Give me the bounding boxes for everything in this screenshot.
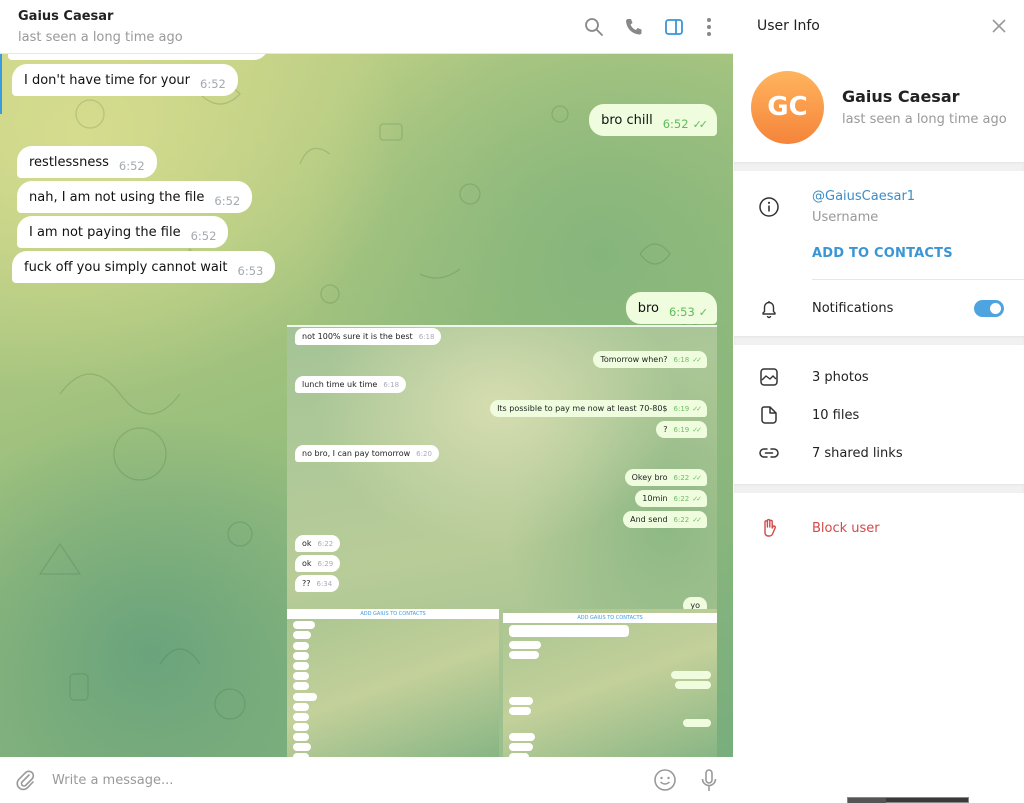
message-time: 6:52 xyxy=(662,117,689,131)
message-time: 6:52 xyxy=(200,77,226,91)
panel-title: User Info xyxy=(757,18,820,34)
sidebar-toggle-icon[interactable] xyxy=(663,16,685,38)
screenshot-message: lunch time uk time 6:18 xyxy=(295,376,407,393)
close-icon[interactable] xyxy=(990,17,1008,35)
message-text: I don't have time for your xyxy=(24,73,190,88)
screenshot-message: 10min 6:22 ✓✓ xyxy=(635,490,707,507)
message-input[interactable] xyxy=(52,769,612,791)
screenshot-message: Tomorrow when? 6:18 ✓✓ xyxy=(593,351,707,368)
nested-banner: ADD GAIUS TO CONTACTS xyxy=(287,609,499,619)
chat-header: Gaius Caesar last seen a long time ago xyxy=(0,0,733,54)
message-composer xyxy=(0,757,733,803)
message-time: 6:52 xyxy=(190,229,217,243)
notifications-toggle[interactable] xyxy=(974,300,1004,317)
hand-stop-icon xyxy=(758,517,780,539)
notifications-label: Notifications xyxy=(812,301,894,316)
emoji-icon[interactable] xyxy=(652,767,678,793)
chat-title[interactable]: Gaius Caesar xyxy=(18,9,113,24)
message-bubble-outgoing[interactable]: bro 6:53 ✓ xyxy=(625,292,717,324)
chat-panel: Gaius Caesar last seen a long time ago I… xyxy=(0,0,733,803)
read-ticks-icon: ✓✓ xyxy=(692,118,709,131)
search-icon[interactable] xyxy=(583,16,605,38)
user-info-panel: User Info GC Gaius Caesar last seen a lo… xyxy=(734,0,1024,803)
link-icon xyxy=(758,442,780,464)
screenshot-image[interactable]: not 100% sure it is the best 6:18 Tomorro… xyxy=(287,325,717,757)
message-time: 6:52 xyxy=(118,159,145,173)
screenshot-message: ? 6:19 ✓✓ xyxy=(656,421,707,438)
sent-tick-icon: ✓ xyxy=(698,306,708,319)
nested-banner: ADD GAIUS TO CONTACTS xyxy=(503,613,717,623)
message-text: bro chill xyxy=(601,113,653,128)
bell-icon xyxy=(758,298,780,320)
media-files-link[interactable]: 10 files xyxy=(812,408,859,423)
message-text: bro xyxy=(637,301,659,316)
message-text: nah, I am not using the file xyxy=(29,190,205,205)
username-link[interactable]: @GaiusCaesar1 xyxy=(812,189,915,204)
screenshot-message: ?? 6:34 xyxy=(295,575,340,592)
section-divider xyxy=(734,162,1024,171)
microphone-icon[interactable] xyxy=(696,767,722,793)
scroll-indicator xyxy=(0,54,2,114)
screenshot-message: no bro, I can pay tomorrow 6:20 xyxy=(295,445,439,462)
message-bubble-incoming[interactable]: I am not paying the file 6:52 xyxy=(17,216,229,248)
media-photos-link[interactable]: 3 photos xyxy=(812,370,869,385)
screenshot-message: ok 6:29 xyxy=(295,555,341,572)
message-bubble-incoming[interactable] xyxy=(8,54,268,60)
message-time: 6:53 xyxy=(237,264,264,278)
screenshot-message: ok 6:22 xyxy=(295,535,341,552)
taskbar-preview xyxy=(847,797,969,803)
phone-icon[interactable] xyxy=(623,16,645,38)
screenshot-message: And send 6:22 ✓✓ xyxy=(623,511,707,528)
chat-status: last seen a long time ago xyxy=(18,30,183,45)
info-icon xyxy=(758,196,780,218)
profile-name: Gaius Caesar xyxy=(842,87,960,106)
photo-icon xyxy=(758,366,780,388)
screenshot-message: Okey bro 6:22 ✓✓ xyxy=(624,469,707,486)
telegram-window: Gaius Caesar last seen a long time ago I… xyxy=(0,0,1024,803)
message-text: restlessness xyxy=(29,155,109,170)
avatar[interactable]: GC xyxy=(751,71,824,144)
message-bubble-incoming[interactable]: fuck off you simply cannot wait 6:53 xyxy=(12,251,276,283)
username-label: Username xyxy=(812,210,879,225)
message-time: 6:53 xyxy=(668,305,695,319)
nested-screenshot-right: ADD GAIUS TO CONTACTS xyxy=(503,609,717,757)
attach-icon[interactable] xyxy=(12,767,38,793)
message-bubble-incoming[interactable]: restlessness 6:52 xyxy=(17,146,157,178)
media-links-link[interactable]: 7 shared links xyxy=(812,446,903,461)
message-bubble-incoming[interactable]: I don't have time for your 6:52 xyxy=(12,64,238,96)
message-text: I am not paying the file xyxy=(29,225,181,240)
screenshot-message: not 100% sure it is the best 6:18 xyxy=(295,328,442,345)
file-icon xyxy=(758,404,780,426)
add-to-contacts-button[interactable]: ADD TO CONTACTS xyxy=(812,246,953,261)
message-time: 6:52 xyxy=(214,194,241,208)
message-bubble-outgoing[interactable]: bro chill 6:52 ✓✓ xyxy=(589,104,717,136)
profile-status: last seen a long time ago xyxy=(842,112,1007,127)
block-user-button[interactable]: Block user xyxy=(812,521,880,536)
nested-screenshot-left: ADD GAIUS TO CONTACTS xyxy=(287,609,499,757)
more-vertical-icon[interactable] xyxy=(698,16,720,38)
message-bubble-incoming[interactable]: nah, I am not using the file 6:52 xyxy=(17,181,253,213)
section-divider xyxy=(734,336,1024,345)
screenshot-message: Its possible to pay me now at least 70-8… xyxy=(490,400,707,417)
message-text: fuck off you simply cannot wait xyxy=(24,260,228,275)
toggle-knob xyxy=(988,301,1003,316)
divider xyxy=(812,279,1024,280)
section-divider xyxy=(734,484,1024,493)
